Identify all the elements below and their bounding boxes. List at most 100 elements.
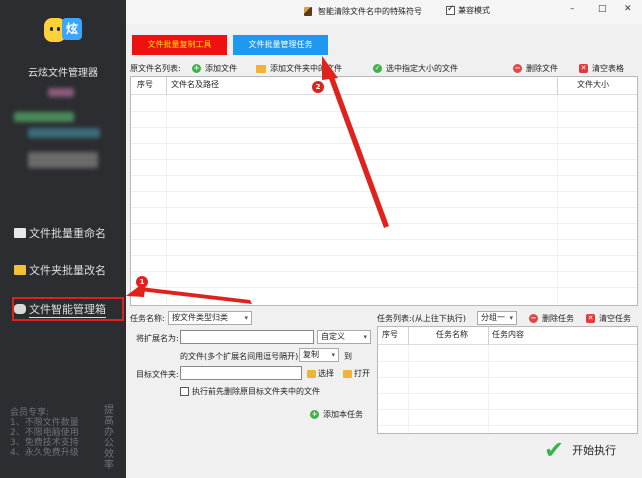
tab-batch-copy-tool[interactable]: 文件批量复制工具 xyxy=(132,35,227,55)
annotation-badge-2: 2 xyxy=(312,81,324,93)
action-select[interactable]: 复制 ▾ xyxy=(299,348,339,362)
action-value: 复制 xyxy=(303,350,319,359)
extension-hint: 的文件(多个扩展名间用逗号隔开) xyxy=(180,352,299,361)
start-button[interactable]: ✔ 开始执行 xyxy=(544,438,616,462)
window-title-text: 智能清除文件名中的特殊符号 xyxy=(318,7,422,16)
file-list-toolbar: 原文件名列表: + 添加文件 添加文件夹中的文件 ✓ 选中指定大小的文件 − 删… xyxy=(130,61,638,77)
column-header-task-name: 任务名称 xyxy=(436,330,468,339)
open-folder-button[interactable]: 打开 xyxy=(343,368,370,379)
chevron-down-icon: ▾ xyxy=(363,333,367,341)
file-table-header: 序号 文件名及路径 文件大小 xyxy=(131,77,637,95)
check-icon: ✓ xyxy=(373,64,382,73)
window-title: 智能清除文件名中的特殊符号 xyxy=(304,6,422,17)
folder-icon xyxy=(307,369,316,378)
minus-icon: − xyxy=(513,64,522,73)
sidebar-item-batch-rename[interactable]: 文件批量重命名 xyxy=(14,222,124,244)
sidebar-item-label: 文件智能管理箱 xyxy=(29,302,106,318)
task-table-header: 序号 任务名称 任务内容 xyxy=(378,327,637,345)
folder-icon xyxy=(14,265,26,275)
blurred-account-info xyxy=(48,88,74,97)
group-select[interactable]: 分组一 ▾ xyxy=(477,311,517,325)
add-file-button[interactable]: + 添加文件 xyxy=(192,63,237,74)
delete-task-button[interactable]: − 删除任务 xyxy=(529,313,574,324)
column-header-index: 序号 xyxy=(382,330,398,339)
clear-table-label: 清空表格 xyxy=(592,64,624,73)
clear-task-button[interactable]: ✕ 清空任务 xyxy=(586,313,631,324)
file-table[interactable]: 序号 文件名及路径 文件大小 xyxy=(130,76,638,306)
extension-mode-value: 自定义 xyxy=(321,332,345,341)
column-header-task-content: 任务内容 xyxy=(492,330,524,339)
compat-label: 兼容模式 xyxy=(458,6,490,15)
blurred-account-info xyxy=(14,112,74,122)
compat-checkbox[interactable] xyxy=(446,4,455,15)
minus-icon: − xyxy=(529,314,538,323)
task-name-select[interactable]: 按文件类型归类 ▾ xyxy=(168,311,252,325)
choose-folder-button[interactable]: 选择 xyxy=(307,368,334,379)
delete-file-button[interactable]: − 删除文件 xyxy=(513,63,558,74)
clear-table-button[interactable]: ✕ 清空表格 xyxy=(579,63,624,74)
close-button[interactable]: ✕ xyxy=(624,4,632,14)
delete-task-label: 删除任务 xyxy=(542,314,574,323)
task-list-label: 任务列表:(从上往下执行) xyxy=(377,314,466,323)
member-promo: 会员专享: 1、不限文件数量 2、不限电脑使用 3、免费技术支持 4、永久免费升… xyxy=(10,408,79,458)
task-table[interactable]: 序号 任务名称 任务内容 xyxy=(377,326,638,434)
app-logo: 炫 xyxy=(40,16,84,44)
extension-input[interactable] xyxy=(180,330,314,344)
column-header-size: 文件大小 xyxy=(577,80,609,89)
add-file-label: 添加文件 xyxy=(205,64,237,73)
task-name-value: 按文件类型归类 xyxy=(172,313,228,322)
choose-label: 选择 xyxy=(318,369,334,378)
document-icon xyxy=(14,228,26,238)
annotation-badge-1: 1 xyxy=(136,276,148,288)
target-folder-label: 目标文件夹: xyxy=(136,370,179,379)
chevron-down-icon: ▾ xyxy=(509,314,513,322)
pre-delete-checkbox[interactable] xyxy=(180,387,189,396)
add-folder-files-label: 添加文件夹中的文件 xyxy=(270,64,342,73)
sidebar: 炫 云炫文件管理器 文件批量重命名 文件夹批量改名 文件智能管理箱 会员专享: … xyxy=(0,0,126,478)
to-label: 到 xyxy=(344,352,352,361)
checkmark-icon: ✔ xyxy=(544,436,565,464)
folder-open-icon xyxy=(343,369,352,378)
sidebar-item-label: 文件批量重命名 xyxy=(29,227,106,240)
pre-delete-label: 执行前先删除原目标文件夹中的文件 xyxy=(192,387,320,396)
add-task-button[interactable]: + 添加本任务 xyxy=(310,409,363,420)
close-icon: ✕ xyxy=(586,314,595,323)
minimize-button[interactable]: – xyxy=(570,4,575,14)
file-list-label: 原文件名列表: xyxy=(130,64,181,73)
title-bar: 智能清除文件名中的特殊符号 兼容模式 – □ ✕ xyxy=(126,0,642,24)
column-header-index: 序号 xyxy=(137,80,153,89)
start-label: 开始执行 xyxy=(572,444,617,457)
add-folder-files-button[interactable]: 添加文件夹中的文件 xyxy=(256,63,342,74)
app-name: 云炫文件管理器 xyxy=(28,68,98,79)
sidebar-item-label: 文件夹批量改名 xyxy=(29,264,106,277)
chevron-down-icon: ▾ xyxy=(244,314,248,322)
group-value: 分组一 xyxy=(481,313,505,322)
select-by-size-button[interactable]: ✓ 选中指定大小的文件 xyxy=(373,63,458,74)
blurred-account-info xyxy=(28,152,98,168)
column-header-path: 文件名及路径 xyxy=(171,80,219,89)
promo-vertical-text: 提高办公效率 xyxy=(104,405,114,471)
target-folder-input[interactable] xyxy=(180,366,302,380)
maximize-button[interactable]: □ xyxy=(598,4,607,14)
chevron-down-icon: ▾ xyxy=(331,351,335,359)
brush-icon xyxy=(304,7,312,16)
open-label: 打开 xyxy=(354,369,370,378)
add-task-label: 添加本任务 xyxy=(323,410,363,419)
folder-icon xyxy=(256,64,266,73)
plus-icon: + xyxy=(310,410,319,419)
close-icon: ✕ xyxy=(579,64,588,73)
gamepad-icon xyxy=(14,304,26,314)
task-name-label: 任务名称: xyxy=(130,314,165,323)
clear-task-label: 清空任务 xyxy=(599,314,631,323)
select-by-size-label: 选中指定大小的文件 xyxy=(386,64,458,73)
extension-label: 将扩展名为: xyxy=(136,334,179,343)
sidebar-item-smart-manager[interactable]: 文件智能管理箱 xyxy=(12,297,124,321)
tab-batch-manage-task[interactable]: 文件批量管理任务 xyxy=(233,35,328,55)
delete-file-label: 删除文件 xyxy=(526,64,558,73)
compat-mode-toggle[interactable]: 兼容模式 xyxy=(446,4,490,16)
blurred-account-info xyxy=(28,128,100,138)
sidebar-item-folder-rename[interactable]: 文件夹批量改名 xyxy=(14,259,124,281)
extension-mode-select[interactable]: 自定义 ▾ xyxy=(317,330,371,344)
logo-badge: 炫 xyxy=(62,18,82,40)
pre-delete-option[interactable]: 执行前先删除原目标文件夹中的文件 xyxy=(180,386,320,397)
